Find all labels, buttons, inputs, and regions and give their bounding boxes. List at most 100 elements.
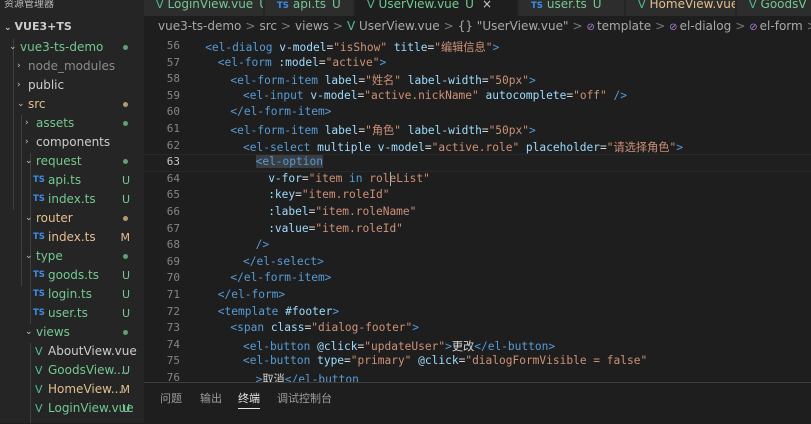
code-editor[interactable]: 56 <el-dialog v-model="isShow" title="编辑信… bbox=[144, 37, 811, 382]
tab-label: UserView.vue bbox=[378, 0, 460, 11]
tree-folder[interactable]: ⌄ request bbox=[0, 152, 144, 171]
tree-folder[interactable]: ⌄ type bbox=[0, 247, 144, 266]
code-token: <el-form bbox=[217, 55, 279, 69]
editor-tab[interactable]: TS api.ts U bbox=[265, 0, 354, 16]
chevron-right-icon: › bbox=[25, 118, 29, 128]
code-token: <el-input bbox=[243, 88, 311, 102]
element-symbol-icon: ⊘ bbox=[749, 22, 758, 33]
code-line: <span class="dialog-footer"> bbox=[230, 321, 419, 334]
modified-dot bbox=[123, 330, 128, 335]
editor-tab[interactable]: V GoodsV bbox=[737, 0, 811, 16]
code-token: :model bbox=[278, 55, 319, 69]
panel-tab[interactable]: 调试控制台 bbox=[277, 390, 332, 406]
tree-folder[interactable]: › components bbox=[0, 133, 144, 152]
tree-file[interactable]: V AboutView.vue bbox=[0, 342, 144, 361]
panel-tab[interactable]: 输出 bbox=[200, 390, 222, 406]
close-icon[interactable]: × bbox=[482, 0, 492, 11]
tree-folder[interactable]: ⌄ vue3-ts-demo bbox=[0, 38, 144, 57]
line-number: 57 bbox=[166, 55, 180, 69]
project-header[interactable]: ⌄ VUE3+TS bbox=[4, 20, 72, 33]
tree-folder[interactable]: ⌄ router bbox=[0, 209, 144, 228]
tree-file[interactable]: TS index.ts M bbox=[0, 228, 144, 247]
breadcrumb-separator: > bbox=[572, 19, 583, 33]
typescript-file-icon: TS bbox=[33, 289, 45, 299]
chevron-right-icon: › bbox=[17, 80, 21, 90]
tree-item-label: HomeView.... bbox=[48, 382, 127, 396]
tree-item-label: node_modules bbox=[28, 59, 116, 73]
tree-item-label: goods.ts bbox=[48, 268, 99, 282]
tree-item-label: assets bbox=[36, 116, 75, 130]
breadcrumb-item[interactable]: el-dialog bbox=[680, 19, 732, 33]
bottom-panel: 问题 输出 终端 调试控制台 bbox=[144, 382, 811, 424]
vue-file-icon: V bbox=[35, 364, 43, 377]
code-line: </el-form-item> bbox=[230, 105, 331, 118]
code-line: </el-select> bbox=[243, 255, 324, 268]
code-token: "off" bbox=[573, 88, 614, 102]
breadcrumb-item[interactable]: src bbox=[259, 19, 277, 33]
code-token: "角色" bbox=[365, 124, 408, 137]
code-token: @click bbox=[418, 354, 459, 368]
code-line: :key="item.roleId" bbox=[268, 188, 389, 201]
line-number: 67 bbox=[166, 221, 180, 235]
tab-label: HomeView.vue bbox=[649, 0, 736, 11]
tree-file[interactable]: V LoginView.vue U bbox=[0, 399, 144, 418]
code-token: class bbox=[270, 321, 305, 335]
code-token: "item.roleId" bbox=[301, 188, 390, 202]
git-status-badge: U bbox=[121, 288, 130, 301]
breadcrumb-item[interactable]: vue3-ts-demo bbox=[158, 19, 241, 33]
code-token: </el-form> bbox=[217, 288, 286, 301]
code-line: /> bbox=[256, 238, 269, 251]
code-token: "请选择角色" bbox=[606, 140, 677, 154]
editor-tab[interactable]: V UserView.vue U × bbox=[355, 0, 518, 16]
panel-tab[interactable]: 终端 bbox=[238, 390, 260, 409]
tree-item-label: index.ts bbox=[48, 230, 96, 244]
code-token: "item.roleName" bbox=[315, 205, 417, 218]
breadcrumb-item[interactable]: {} "UserView.vue" bbox=[458, 19, 569, 33]
code-line: <el-dialog v-model="isShow" title="编辑信息"… bbox=[205, 39, 499, 55]
code-token: autocomplete bbox=[485, 88, 567, 102]
tree-item-label: AboutView.vue bbox=[48, 344, 137, 358]
tree-file[interactable]: V HomeView.... M bbox=[0, 380, 144, 399]
code-line: <el-button @click="updateUser">更改</el-bu… bbox=[243, 338, 555, 354]
panel-tab[interactable]: 问题 bbox=[160, 390, 182, 406]
tree-file[interactable]: TS index.ts U bbox=[0, 190, 144, 209]
editor-tab[interactable]: VHomeView.vueM bbox=[626, 0, 736, 16]
tree-file[interactable]: TS user.ts U bbox=[0, 304, 144, 323]
code-token: label-width bbox=[407, 124, 482, 137]
tree-file[interactable]: TS api.ts U bbox=[0, 171, 144, 190]
line-number: 70 bbox=[166, 271, 180, 285]
breadcrumb-separator: > bbox=[280, 19, 292, 33]
vue-file-icon: V bbox=[156, 0, 164, 11]
code-token: "50px" bbox=[488, 74, 529, 88]
breadcrumb-item[interactable]: UserView.vue bbox=[359, 19, 440, 33]
code-token: label bbox=[324, 124, 359, 137]
modified-dot bbox=[123, 102, 128, 107]
breadcrumb-item[interactable]: views bbox=[295, 19, 329, 33]
line-number: 76 bbox=[166, 371, 180, 382]
project-name: VUE3+TS bbox=[14, 20, 72, 33]
tree-folder[interactable]: › node_modules bbox=[0, 57, 144, 76]
tree-folder[interactable]: › assets bbox=[0, 114, 144, 133]
tree-folder[interactable]: ⌄ src bbox=[0, 95, 144, 114]
tree-folder[interactable]: › public bbox=[0, 76, 144, 95]
tree-folder[interactable]: ⌄ views bbox=[0, 323, 144, 342]
editor-tab[interactable]: VLoginView.vue U bbox=[144, 0, 264, 16]
breadcrumb: vue3-ts-demo > src > views > V UserView.vue >{}… bbox=[144, 16, 811, 37]
code-token: <el-option bbox=[255, 155, 323, 169]
code-token: <el-button bbox=[243, 339, 318, 353]
code-token: v-model bbox=[310, 88, 358, 102]
breadcrumb-item[interactable]: template bbox=[597, 19, 651, 33]
code-token: :value bbox=[268, 221, 309, 235]
breadcrumb-item[interactable]: el-form bbox=[760, 19, 803, 33]
tree-file[interactable]: TS login.ts U bbox=[0, 285, 144, 304]
line-number: 72 bbox=[166, 304, 180, 318]
text-cursor bbox=[390, 171, 391, 186]
code-token: > bbox=[412, 321, 420, 335]
editor-tab[interactable]: TS user.ts U bbox=[519, 0, 625, 16]
line-number: 61 bbox=[166, 122, 180, 135]
tree-file[interactable]: V GoodsView.... U bbox=[0, 361, 144, 380]
git-status-badge: M bbox=[120, 383, 131, 396]
code-token: v-model bbox=[279, 41, 327, 54]
tree-file[interactable]: TS goods.ts U bbox=[0, 266, 144, 285]
code-token: "姓名" bbox=[365, 74, 408, 88]
